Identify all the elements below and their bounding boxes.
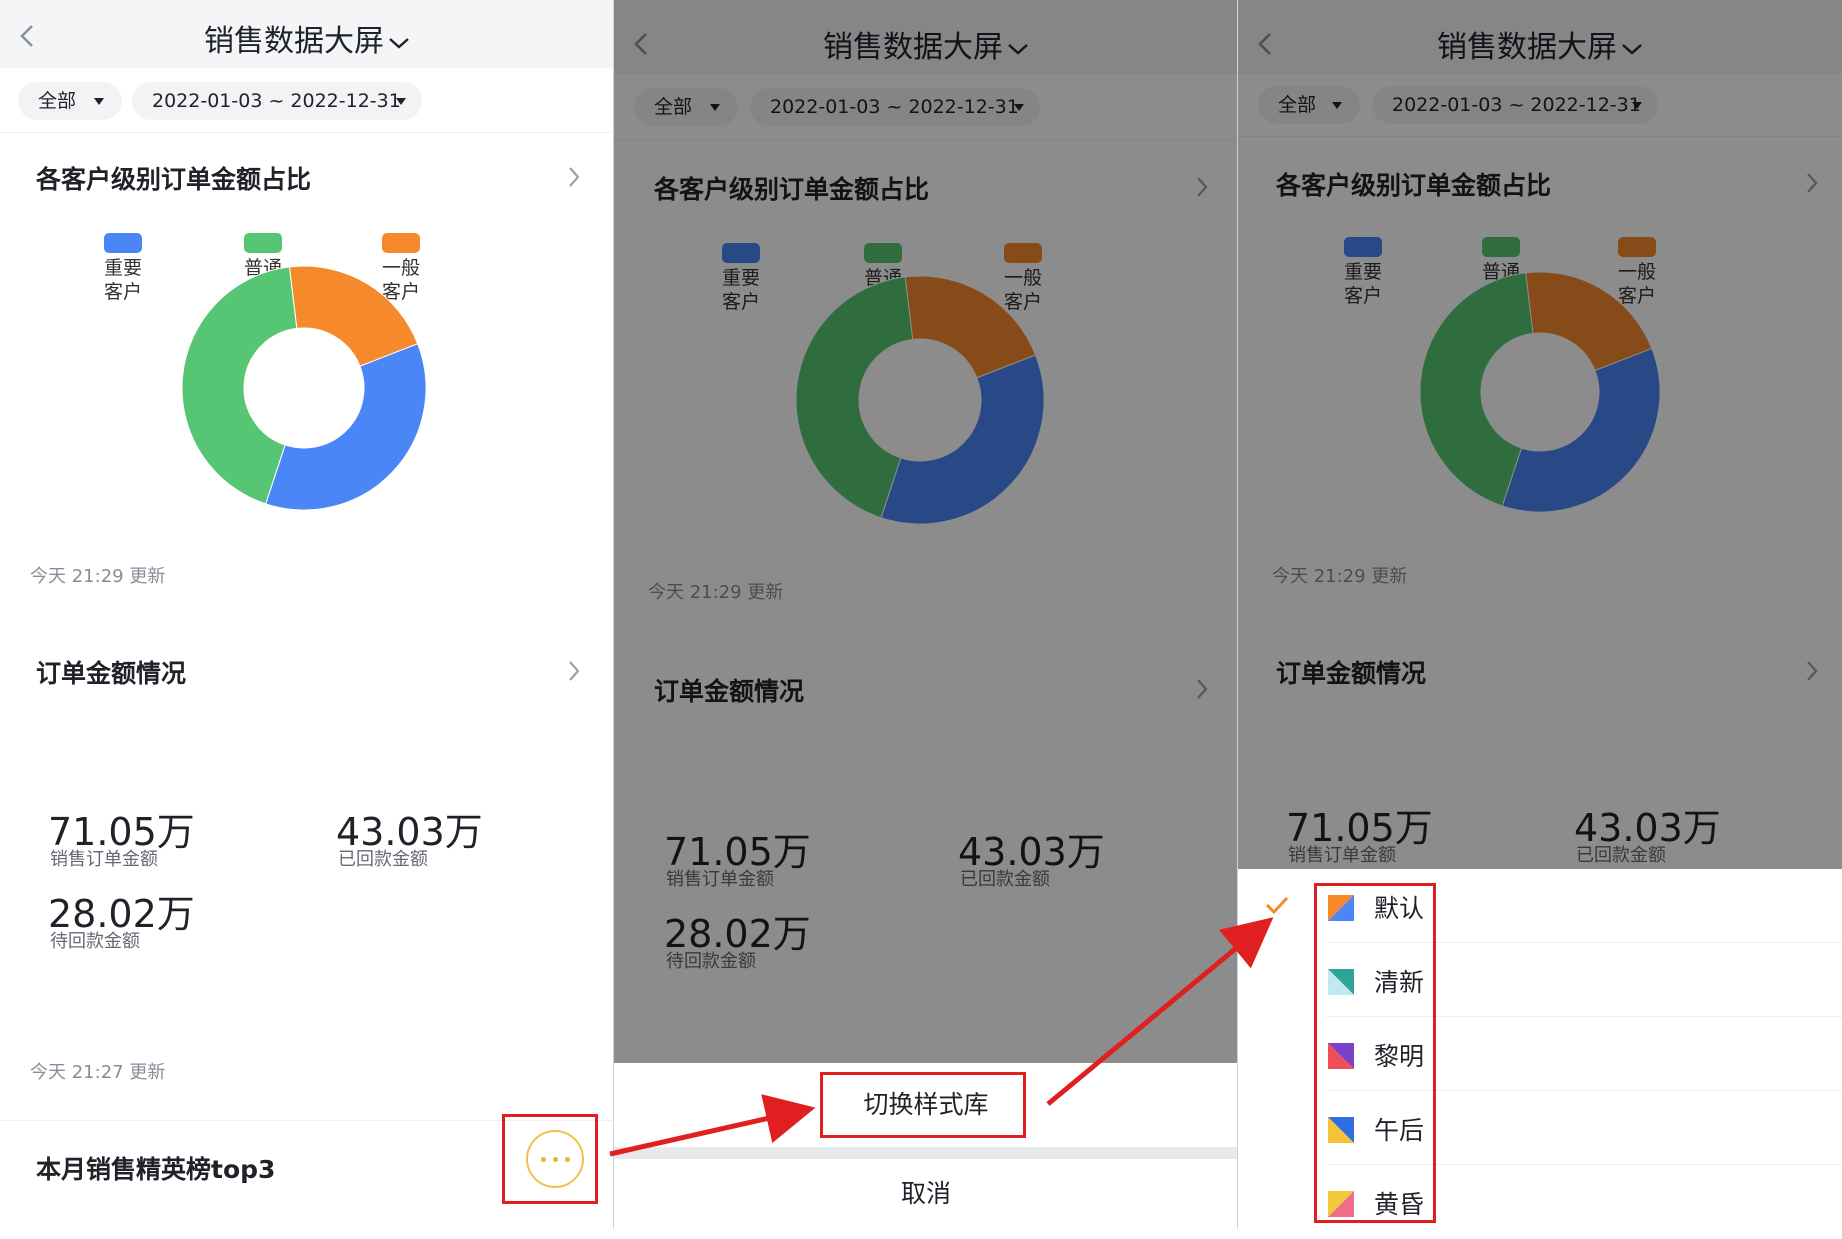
page-title: 销售数据大屏 bbox=[204, 24, 384, 59]
donut-slice-重要客户[interactable] bbox=[265, 343, 426, 510]
metric-label: 销售订单金额 bbox=[50, 849, 158, 870]
highlight-box-switch-style bbox=[820, 1072, 1026, 1138]
divider bbox=[0, 132, 614, 133]
card-title-share[interactable]: 各客户级别订单金额占比 bbox=[36, 160, 311, 196]
metric-label: 已回款金额 bbox=[338, 849, 428, 870]
update-time: 今天 21:29 更新 bbox=[30, 566, 166, 587]
dropdown-arrow-icon bbox=[94, 98, 104, 105]
date-range-label: 2022-01-03 ~ 2022-12-31 bbox=[152, 90, 401, 112]
highlight-box-style-list bbox=[1314, 883, 1436, 1223]
update-time: 今天 21:27 更新 bbox=[30, 1062, 166, 1083]
chevron-right-icon[interactable] bbox=[566, 164, 582, 190]
cancel-button[interactable]: 取消 bbox=[614, 1159, 1238, 1229]
nav-header: 销售数据大屏 bbox=[0, 0, 614, 68]
chevron-down-icon bbox=[389, 37, 409, 49]
modal-overlay[interactable] bbox=[614, 0, 1238, 1229]
page-title-wrap[interactable]: 销售数据大屏 bbox=[0, 16, 614, 60]
donut-chart bbox=[182, 266, 426, 510]
metric-value: 43.03万 bbox=[336, 810, 483, 854]
screen-2: 销售数据大屏 全部 2022-01-03 ~ 2022-12-31 各客户级别订… bbox=[614, 0, 1238, 1229]
dropdown-arrow-icon bbox=[396, 98, 406, 105]
legend-swatch bbox=[244, 233, 282, 253]
metric-value: 71.05万 bbox=[48, 810, 195, 854]
card-title-top3[interactable]: 本月销售精英榜top3 bbox=[36, 1150, 275, 1186]
scope-filter-label: 全部 bbox=[38, 90, 77, 112]
date-range-filter[interactable]: 2022-01-03 ~ 2022-12-31 bbox=[132, 82, 422, 120]
legend-item: 普通客户 bbox=[244, 232, 288, 303]
legend-swatch bbox=[104, 233, 142, 253]
card-title-orders[interactable]: 订单金额情况 bbox=[36, 654, 186, 690]
sheet-gap bbox=[614, 1147, 1238, 1159]
scope-filter[interactable]: 全部 bbox=[18, 82, 122, 120]
check-icon bbox=[1265, 896, 1289, 915]
metric-label: 待回款金额 bbox=[50, 931, 140, 952]
legend-item: 一般客户 bbox=[382, 232, 426, 303]
panel-action-sheet: 销售数据大屏 全部 2022-01-03 ~ 2022-12-31 各客户级别订… bbox=[614, 0, 1238, 1229]
metric-value: 28.02万 bbox=[48, 892, 195, 936]
legend-swatch bbox=[382, 233, 420, 253]
style-library-list: 默认 清新 黎明 午后 黄昏 bbox=[1238, 869, 1842, 1229]
highlight-box-more bbox=[502, 1114, 598, 1204]
screen-1: 销售数据大屏 全部 2022-01-03 ~ 2022-12-31 各客户级别订… bbox=[0, 0, 614, 1229]
panel-default-view: 销售数据大屏 全部 2022-01-03 ~ 2022-12-31 各客户级别订… bbox=[0, 0, 614, 1229]
legend-label: 重要客户 bbox=[104, 257, 143, 303]
chevron-right-icon[interactable] bbox=[566, 658, 582, 684]
legend-item: 重要客户 bbox=[104, 232, 148, 303]
